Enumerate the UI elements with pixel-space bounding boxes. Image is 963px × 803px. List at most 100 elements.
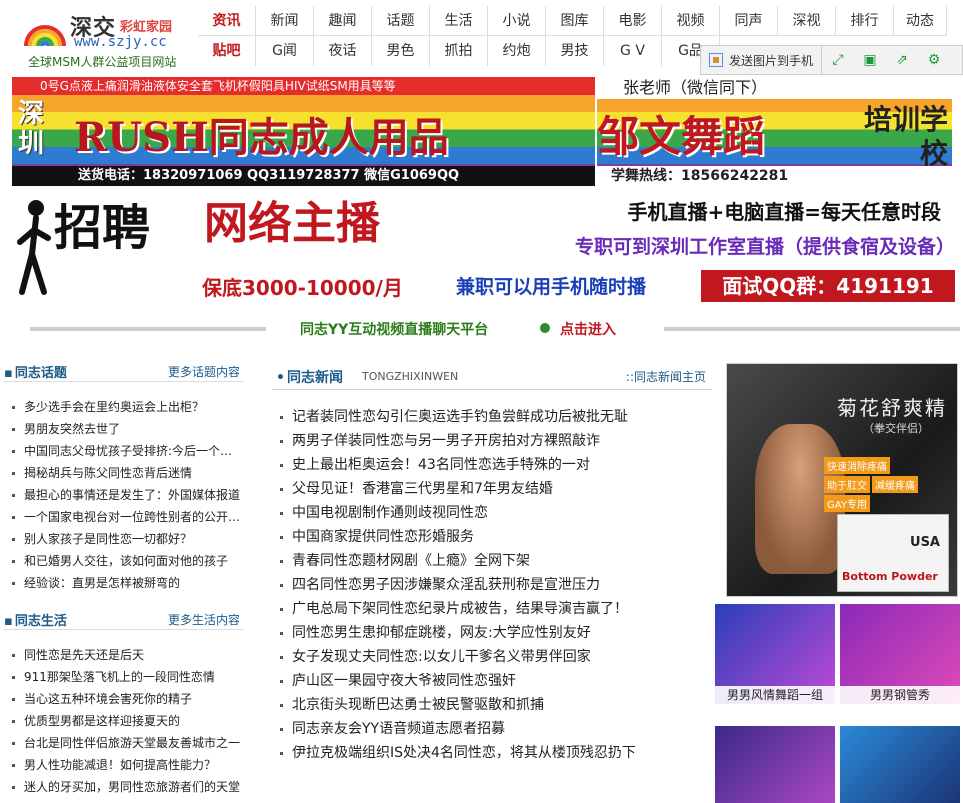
banner-dance-teacher: 张老师（微信同下）: [597, 77, 952, 99]
recruit-fulltime: 专职可到深圳工作室直播（提供食宿及设备）: [574, 236, 955, 258]
phone-send-icon: [709, 53, 723, 67]
photo-thumbnail[interactable]: [715, 726, 835, 803]
news-header: 同志新闻 TONGZHIXINWEN ::同志新闻主页: [272, 360, 712, 390]
thumbnail-caption: 男男风情舞蹈一组: [715, 686, 835, 704]
news-pinyin: TONGZHIXINWEN: [362, 370, 459, 383]
news-link[interactable]: 中国电视剧制作通则歧视同性恋: [272, 501, 712, 525]
nav-item[interactable]: 男色: [372, 36, 430, 66]
topic-link[interactable]: 一个国家电视台对一位跨性别者的公开报道: [4, 506, 244, 528]
news-list: 记者装同性恋勾引仨奥运选手钓鱼尝鲜成功后被批无耻 两男子佯装同性恋与另一男子开房拍…: [272, 405, 712, 765]
expand-icon[interactable]: ⤢: [822, 45, 854, 75]
nav-item[interactable]: 约炮: [488, 36, 546, 66]
recruit-salary: 保底3000-10000/月: [202, 276, 403, 300]
nav-item[interactable]: G闻: [256, 36, 314, 66]
nav-item[interactable]: 资讯: [198, 6, 256, 36]
photo-thumbnail[interactable]: 男男风情舞蹈一组: [715, 604, 835, 704]
news-link[interactable]: 伊拉克极端组织IS处决4名同性恋，将其从楼顶残忍扔下: [272, 741, 712, 765]
topic-link[interactable]: 最担心的事情还是发生了：外国媒体报道: [4, 484, 244, 506]
banner-dance-phone: 学舞热线：18566242281: [597, 166, 952, 186]
site-logo[interactable]: 深交 彩虹家园 www.szjy.cc 全球MSM人群公益项目网站: [22, 8, 192, 70]
topic-link[interactable]: 多少选手会在里约奥运会上出柜？: [4, 396, 244, 418]
life-link[interactable]: 当心这五种环境会害死你的精子: [4, 688, 244, 710]
news-link[interactable]: 同志亲友会YY语音频道志愿者招募: [272, 717, 712, 741]
nav-item[interactable]: 电影: [604, 6, 662, 36]
product-tag: 减缓疼痛: [872, 476, 918, 493]
news-link[interactable]: 庐山区一果园守夜大爷被同性恋强奸: [272, 669, 712, 693]
nav-item[interactable]: 新闻: [256, 6, 314, 36]
product-box-name: Bottom Powder: [842, 570, 938, 583]
nav-item[interactable]: 贴吧: [198, 36, 256, 66]
life-link[interactable]: 911那架坠落飞机上的一段同性恋情: [4, 666, 244, 688]
news-column: 同志新闻 TONGZHIXINWEN ::同志新闻主页 记者装同性恋勾引仨奥运选…: [272, 360, 712, 765]
save-icon[interactable]: ▣: [854, 45, 886, 75]
nav-item[interactable]: 排行: [836, 6, 894, 36]
logo-subtitle: 彩虹家园: [120, 20, 173, 35]
topic-link[interactable]: 中国同志父母忧孩子受排挤:今后一个人怎么办: [4, 440, 244, 462]
product-tag: 助于肛交: [824, 476, 870, 493]
news-link[interactable]: 广电总局下架同性恋纪录片成被告，结果导演吉赢了！: [272, 597, 712, 621]
nav-item[interactable]: 趣闻: [314, 6, 372, 36]
photo-thumbnail[interactable]: 男男钢管秀: [840, 604, 960, 704]
nav-item[interactable]: 夜话: [314, 36, 372, 66]
ad-banner-dance[interactable]: 张老师（微信同下） 邹文舞蹈 培训学校 学舞热线：18566242281: [597, 77, 952, 186]
recruit-title: 网络主播: [204, 198, 380, 249]
nav-item[interactable]: 图库: [546, 6, 604, 36]
news-link[interactable]: 女子发现丈夫同性恋:以女儿干爹名义带男伴回家: [272, 645, 712, 669]
send-to-phone-button[interactable]: 发送图片到手机: [701, 45, 823, 75]
news-link[interactable]: 记者装同性恋勾引仨奥运选手钓鱼尝鲜成功后被批无耻: [272, 405, 712, 429]
news-link[interactable]: 北京街头现断巴达勇士被民警驱散和抓捕: [272, 693, 712, 717]
nav-item[interactable]: 小说: [488, 6, 546, 36]
logo-url: www.szjy.cc: [74, 34, 167, 50]
logo-tagline: 全球MSM人群公益项目网站: [28, 55, 177, 69]
product-box-label: USA: [910, 535, 940, 550]
news-link[interactable]: 青春同性恋题材网剧《上瘾》全网下架: [272, 549, 712, 573]
news-title: 同志新闻: [276, 367, 343, 387]
recruit-schedule: 手机直播+电脑直播=每天任意时段: [627, 200, 941, 224]
product-box-image: USA Bottom Powder: [837, 514, 949, 592]
thumbnail-image: [840, 726, 960, 803]
topic-link[interactable]: 和已婚男人交往，该如何面对他的孩子: [4, 550, 244, 572]
news-link[interactable]: 父母见证！香港富三代男星和7年男友结婚: [272, 477, 712, 501]
nav-item[interactable]: 动态: [894, 6, 947, 36]
ad-banner-recruit[interactable]: 招聘 网络主播 手机直播+电脑直播=每天任意时段 专职可到深圳工作室直播（提供食…: [12, 192, 955, 304]
recruit-qq-group: 面试QQ群：4191191: [701, 270, 955, 302]
nav-item[interactable]: 话题: [372, 6, 430, 36]
news-link[interactable]: 中国商家提供同性恋形婚服务: [272, 525, 712, 549]
product-ad[interactable]: 菊花舒爽精 （拳交伴侣） 快速消除疼痛助于肛交 减缓疼痛GAY专用 USA Bot…: [726, 363, 958, 597]
life-link[interactable]: 同性恋是先天还是后天: [4, 644, 244, 666]
topic-link[interactable]: 经验谈：直男是怎样被掰弯的: [4, 572, 244, 594]
news-home-link[interactable]: ::同志新闻主页: [626, 368, 706, 385]
nav-item[interactable]: 深视: [778, 6, 836, 36]
life-more-link[interactable]: 更多生活内容: [168, 611, 240, 628]
topic-link[interactable]: 男朋友突然去世了: [4, 418, 244, 440]
nav-item[interactable]: 男技: [546, 36, 604, 66]
life-link[interactable]: 优质型男都是这样迎接夏天的: [4, 710, 244, 732]
life-header: 同志生活 更多生活内容: [4, 608, 244, 630]
photo-thumbnail[interactable]: [840, 726, 960, 803]
nav-item[interactable]: 抓拍: [430, 36, 488, 66]
topic-link[interactable]: 别人家孩子是同性恋一切都好？: [4, 528, 244, 550]
nav-row-primary: 资讯 新闻 趣闻 话题 生活 小说 图库 电影 视频 同声 深视 排行 动态: [198, 6, 963, 36]
nav-item[interactable]: G V: [604, 36, 662, 66]
yy-live-strip: 同志YY互动视频直播聊天平台 点击进入: [30, 316, 960, 340]
nav-item[interactable]: 视频: [662, 6, 720, 36]
nav-item[interactable]: 同声: [720, 6, 778, 36]
product-name: 菊花舒爽精: [837, 396, 947, 420]
topics-more-link[interactable]: 更多话题内容: [168, 363, 240, 380]
settings-gear-icon[interactable]: ⚙: [918, 45, 950, 75]
nav-item[interactable]: 生活: [430, 6, 488, 36]
running-figure-icon: [17, 200, 51, 295]
life-link[interactable]: 男人性功能减退！如何提高性能力？: [4, 754, 244, 776]
news-link[interactable]: 两男子佯装同性恋与另一男子开房拍对方裸照敲诈: [272, 429, 712, 453]
yy-enter-link[interactable]: 点击进入: [560, 319, 616, 339]
news-link[interactable]: 同性恋男生患抑郁症跳楼，网友:大学应性别友好: [272, 621, 712, 645]
news-link[interactable]: 史上最出柜奥运会！43名同性恋选手特殊的一对: [272, 453, 712, 477]
topics-title: 同志话题: [4, 362, 67, 381]
life-link[interactable]: 台北是同性伴侣旅游天堂最友善城市之一: [4, 732, 244, 754]
ad-banner-rush[interactable]: 0号G点液上痛润滑油液体安全套飞机杯假阳具HIV试纸SM用具等等 深圳 RUSH…: [12, 77, 595, 186]
share-icon[interactable]: ⇗: [886, 45, 918, 75]
news-link[interactable]: 四名同性恋男子因涉嫌聚众淫乱获刑称是宣泄压力: [272, 573, 712, 597]
thumbnail-image: [715, 726, 835, 803]
topic-link[interactable]: 揭秘胡兵与陈父同性恋背后迷情: [4, 462, 244, 484]
life-link[interactable]: 迷人的牙买加，男同性恋旅游者们的天堂: [4, 776, 244, 798]
